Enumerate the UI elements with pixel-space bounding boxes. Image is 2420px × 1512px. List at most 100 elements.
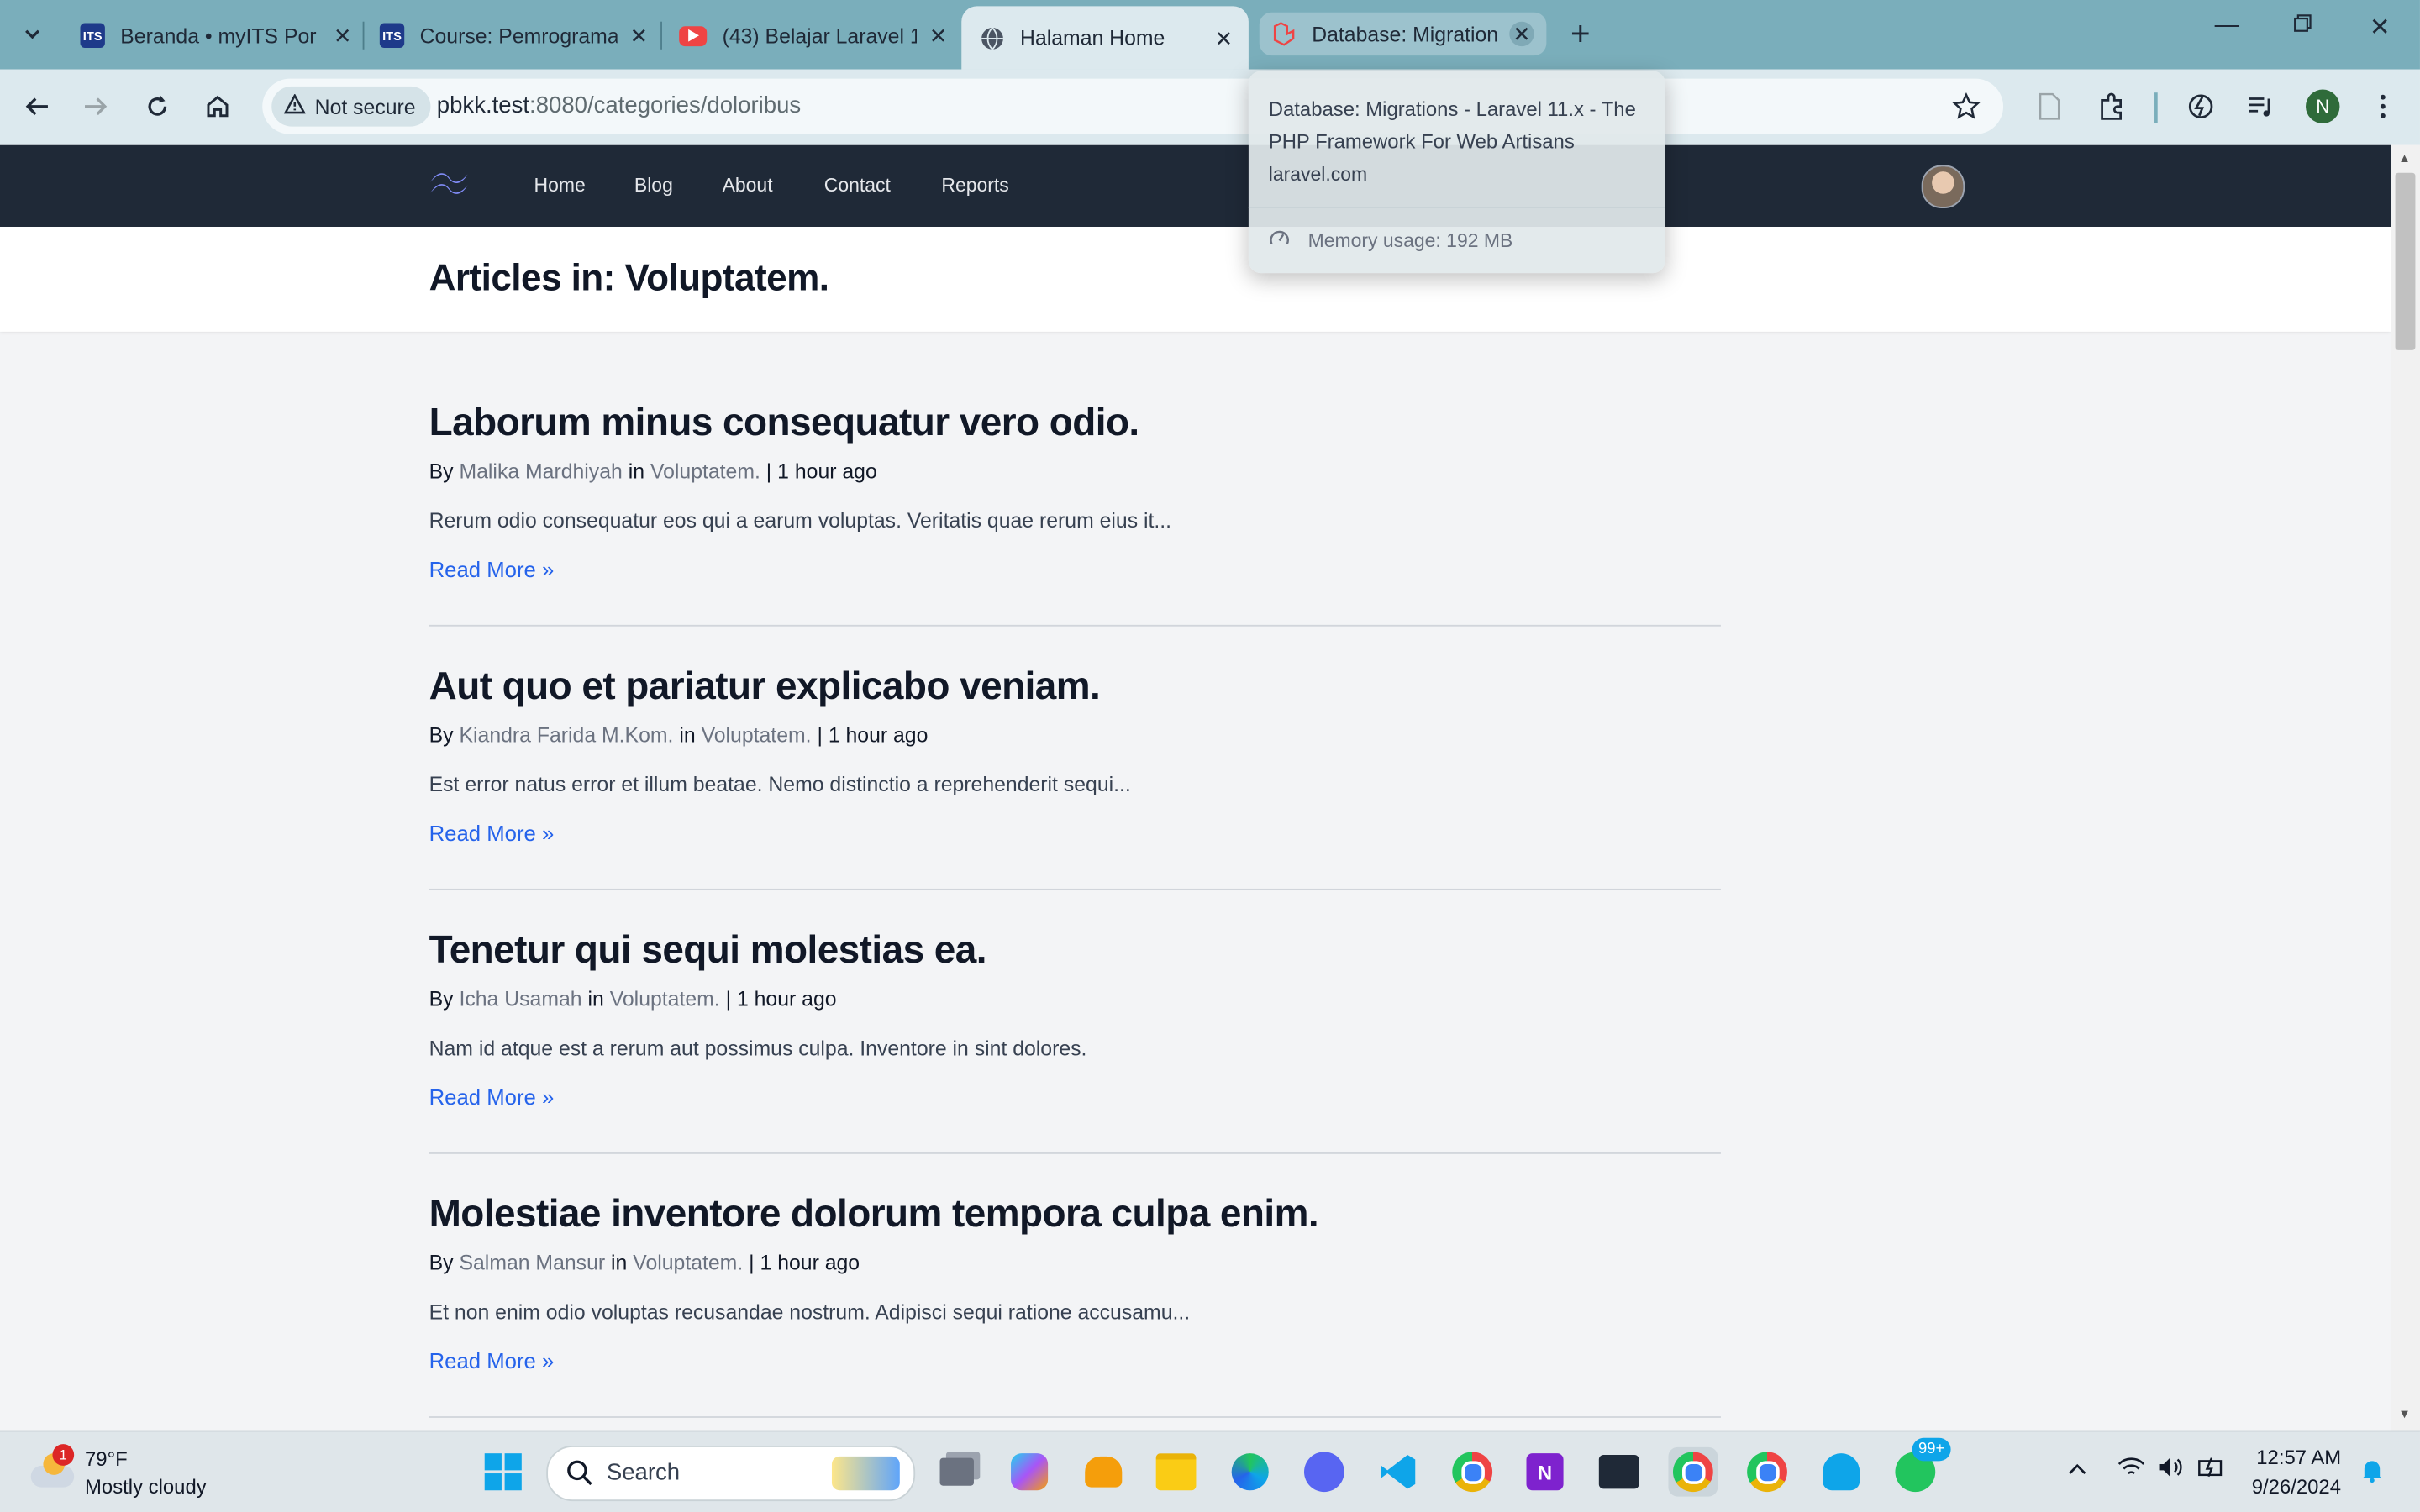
url-path: :8080/categories/doloribus — [529, 92, 802, 119]
close-tab-icon[interactable]: ✕ — [627, 24, 651, 48]
forward-icon[interactable] — [74, 85, 117, 128]
nav-blog[interactable]: Blog — [634, 175, 673, 197]
chrome-alt-icon[interactable] — [1743, 1447, 1792, 1497]
terminal-icon[interactable] — [1594, 1447, 1644, 1497]
new-tab-icon[interactable]: + — [1562, 14, 1599, 53]
reload-icon[interactable] — [136, 85, 179, 128]
close-tab-icon[interactable]: ✕ — [926, 24, 950, 48]
read-more-link[interactable]: Read More » — [429, 821, 555, 845]
clock-time[interactable]: 12:57 AM — [2256, 1446, 2341, 1469]
category-link[interactable]: Voluptatem. — [633, 1252, 743, 1275]
notification-bell-icon[interactable] — [2361, 1458, 2383, 1488]
security-chip[interactable]: Not secure — [271, 86, 431, 127]
close-tab-icon[interactable]: ✕ — [330, 24, 355, 48]
vscode-icon[interactable] — [1374, 1447, 1423, 1497]
article-time: 1 hour ago — [736, 987, 837, 1011]
restore-icon[interactable] — [2280, 13, 2326, 40]
task-view-icon[interactable] — [932, 1447, 981, 1497]
home-icon[interactable] — [196, 85, 239, 128]
page-scrollbar[interactable]: ▲ ▼ — [2391, 144, 2420, 1431]
bookmark-star-icon[interactable] — [1948, 88, 1985, 125]
file-explorer-icon[interactable] — [1151, 1447, 1201, 1497]
back-icon[interactable] — [15, 85, 58, 128]
in-label: in — [611, 1251, 628, 1275]
tab-halaman-home[interactable]: Halaman Home ✕ — [961, 6, 1249, 70]
close-tab-icon[interactable]: ✕ — [1212, 25, 1236, 50]
close-tab-icon[interactable]: ✕ — [1509, 21, 1534, 47]
tab-youtube[interactable]: (43) Belajar Laravel 1 ✕ — [679, 9, 950, 61]
discord-icon[interactable] — [1300, 1447, 1349, 1497]
nav-about[interactable]: About — [723, 175, 773, 197]
scroll-up-icon[interactable]: ▲ — [2398, 151, 2411, 165]
toolbar-divider — [2154, 92, 2158, 123]
battery-charging-icon[interactable] — [2197, 1457, 2225, 1483]
author-link[interactable]: Kiandra Farida M.Kom. — [459, 723, 673, 747]
security-label: Not secure — [314, 94, 416, 118]
read-more-link[interactable]: Read More » — [429, 1084, 555, 1109]
show-hidden-icons[interactable] — [2066, 1458, 2088, 1482]
profile-initial: N — [2306, 89, 2340, 123]
page-content: Home Blog About Contact Reports Articles… — [0, 144, 2391, 1431]
author-link[interactable]: Salman Mansur — [459, 1252, 605, 1275]
whatsapp-icon[interactable]: 99+ — [1891, 1437, 1951, 1497]
nav-contact[interactable]: Contact — [824, 175, 891, 197]
nav-reports[interactable]: Reports — [941, 175, 1008, 197]
wifi-icon[interactable] — [2118, 1457, 2145, 1483]
browser-toolbar: Not secure pbkk.test:8080/categories/dol… — [0, 69, 2420, 145]
more-menu-icon[interactable] — [2365, 88, 2402, 125]
tab-title: Beranda • myITS Por — [120, 24, 317, 48]
tab-course[interactable]: ITS Course: Pemrograma ✕ — [379, 9, 651, 61]
scroll-down-icon[interactable]: ▼ — [2398, 1407, 2411, 1421]
clock-date[interactable]: 9/26/2024 — [2252, 1475, 2341, 1499]
onenote-icon[interactable]: N — [1520, 1447, 1570, 1497]
nav-home[interactable]: Home — [534, 175, 585, 197]
scrollbar-thumb[interactable] — [2395, 172, 2416, 350]
category-link[interactable]: Voluptatem. — [610, 987, 720, 1011]
article-meta: By Salman Mansur in Voluptatem. | 1 hour… — [429, 1252, 1721, 1275]
article-title[interactable]: Aut quo et pariatur explicabo veniam. — [429, 665, 1721, 710]
url-text[interactable]: pbkk.test:8080/categories/doloribus — [437, 92, 801, 118]
performance-icon[interactable] — [2182, 88, 2219, 125]
copilot-icon[interactable] — [1005, 1447, 1055, 1497]
article-title[interactable]: Tenetur qui sequi molestias ea. — [429, 929, 1721, 974]
extensions-icon[interactable] — [2093, 88, 2130, 125]
tab-database-migration[interactable]: Database: Migration ✕ — [1259, 12, 1547, 56]
author-link[interactable]: Icha Usamah — [459, 987, 581, 1011]
tab-separator — [660, 21, 662, 50]
article-title[interactable]: Laborum minus consequatur vero odio. — [429, 402, 1721, 446]
article-title[interactable]: Molestiae inventore dolorum tempora culp… — [429, 1193, 1721, 1237]
user-avatar[interactable] — [1921, 165, 1965, 208]
tailwind-logo-icon[interactable] — [429, 170, 470, 205]
chrome-icon[interactable] — [1448, 1447, 1497, 1497]
windows-start-icon[interactable] — [478, 1447, 528, 1497]
edge-icon[interactable] — [1225, 1447, 1275, 1497]
address-bar[interactable]: Not secure pbkk.test:8080/categories/dol… — [262, 78, 2004, 134]
article-meta: By Icha Usamah in Voluptatem. | 1 hour a… — [429, 987, 1721, 1011]
meta-separator: | — [765, 459, 772, 483]
reading-list-icon[interactable] — [2031, 88, 2068, 125]
chrome-profile-active-icon[interactable] — [1668, 1446, 1718, 1497]
author-link[interactable]: Malika Mardhiyah — [459, 459, 622, 483]
weather-widget[interactable]: 1 — [28, 1444, 77, 1497]
close-window-icon[interactable]: ✕ — [2357, 13, 2403, 44]
category-link[interactable]: Voluptatem. — [650, 459, 760, 483]
search-highlight-icon — [831, 1456, 900, 1491]
profile-avatar[interactable]: N — [2304, 88, 2341, 125]
search-icon — [566, 1460, 592, 1494]
app-blue-icon[interactable] — [1817, 1447, 1866, 1497]
read-more-link[interactable]: Read More » — [429, 557, 555, 581]
weather-temperature: 79°F — [85, 1446, 128, 1471]
category-link[interactable]: Voluptatem. — [702, 723, 812, 747]
app-icon[interactable] — [1079, 1447, 1128, 1497]
tab-search-icon[interactable] — [14, 15, 51, 52]
read-more-link[interactable]: Read More » — [429, 1348, 555, 1373]
tab-title: Database: Migration — [1312, 22, 1499, 46]
volume-icon[interactable] — [2158, 1457, 2186, 1483]
tab-hover-card: Database: Migrations - Laravel 11.x - Th… — [1248, 71, 1665, 274]
article-divider — [429, 888, 1721, 890]
media-control-icon[interactable] — [2243, 88, 2280, 125]
minimize-icon[interactable]: — — [2204, 13, 2250, 40]
site-navbar: Home Blog About Contact Reports — [0, 144, 2391, 227]
taskbar-search[interactable]: Search — [546, 1445, 916, 1502]
tab-beranda[interactable]: ITS Beranda • myITS Por ✕ — [80, 9, 355, 61]
